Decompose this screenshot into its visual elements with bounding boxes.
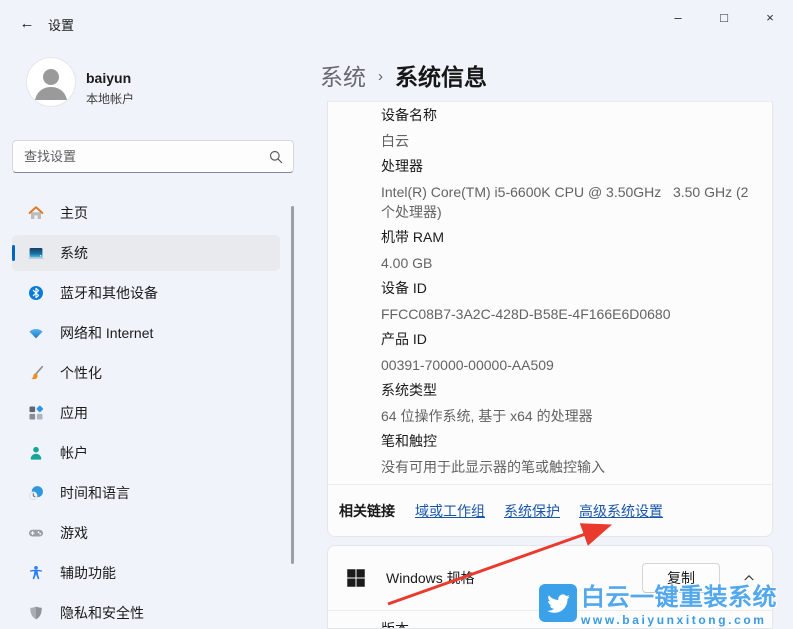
sidebar-item-network[interactable]: 网络和 Internet [12,315,280,351]
close-button[interactable]: × [747,0,793,34]
divider [328,610,772,611]
search-icon[interactable] [268,149,284,165]
windows-spec-title: Windows 规格 [386,570,475,586]
sidebar-item-accessibility[interactable]: 辅助功能 [12,555,280,591]
device-specs-list: 设备名称 白云 处理器 Intel(R) Core(TM) i5-6600K C… [328,102,772,477]
sidebar-item-label: 系统 [60,245,88,261]
spec-label: 处理器 [381,158,423,174]
accounts-icon [28,445,44,461]
spec-label: 机带 RAM [381,229,444,245]
copy-button[interactable]: 复制 [642,563,720,593]
titlebar: ← 设置 – □ × [0,0,793,48]
search-input[interactable] [13,141,293,172]
apps-icon [28,405,44,421]
selection-accent-pill [12,245,15,261]
sidebar-scrollbar[interactable] [291,206,294,564]
spec-label: 产品 ID [381,331,427,347]
accessibility-icon [28,565,44,581]
search-box [12,140,294,173]
related-links-title: 相关链接 [339,502,395,519]
system-icon [28,245,44,261]
spec-label: 系统类型 [381,382,437,398]
personalization-icon [28,365,44,381]
sidebar-item-privacy[interactable]: 隐私和安全性 [12,595,280,629]
windows-spec-card: Windows 规格 复制 版本 [327,545,773,629]
bluetooth-icon [28,285,44,301]
spec-label: 笔和触控 [381,433,437,449]
sidebar-item-home[interactable]: 主页 [12,195,280,231]
privacy-shield-icon [28,605,44,621]
maximize-button[interactable]: □ [701,0,747,34]
sidebar-item-personalization[interactable]: 个性化 [12,355,280,391]
sidebar-item-label: 网络和 Internet [60,325,154,341]
sidebar-item-gaming[interactable]: 游戏 [12,515,280,551]
person-icon [35,69,67,100]
avatar[interactable] [27,58,75,106]
breadcrumb-parent[interactable]: 系统 [320,58,366,92]
sidebar: 主页 系统 蓝牙和其他设备 网络和 Internet 个性化 应用 帐户 时间和… [12,195,280,629]
gaming-icon [28,525,44,541]
link-advanced-system-settings[interactable]: 高级系统设置 [579,501,663,521]
app-title: 设置 [48,18,75,33]
sidebar-item-apps[interactable]: 应用 [12,395,280,431]
sidebar-item-label: 个性化 [60,365,102,381]
windows-logo-icon [347,569,365,587]
spec-value: 00391-70000-00000-AA509 [381,357,554,373]
sidebar-item-label: 时间和语言 [60,485,130,501]
spec-value: Intel(R) Core(TM) i5-6600K CPU @ 3.50GHz… [381,184,749,220]
link-domain-workgroup[interactable]: 域或工作组 [415,501,485,521]
profile-account-type: 本地帐户 [86,92,135,106]
sidebar-item-label: 辅助功能 [60,565,116,581]
sidebar-item-bluetooth[interactable]: 蓝牙和其他设备 [12,275,280,311]
spec-value: 白云 [381,133,409,149]
link-system-protection[interactable]: 系统保护 [504,501,560,521]
sidebar-item-label: 主页 [60,205,88,221]
device-specs-card: 设备名称 白云 处理器 Intel(R) Core(TM) i5-6600K C… [327,101,773,537]
time-language-icon [28,485,44,501]
sidebar-item-accounts[interactable]: 帐户 [12,435,280,471]
spec-value: 4.00 GB [381,255,433,271]
sidebar-item-label: 帐户 [60,445,88,461]
sidebar-item-label: 隐私和安全性 [60,605,144,621]
breadcrumb: 系统 › 系统信息 [320,58,487,92]
page-title: 系统信息 [395,64,487,90]
windows-spec-header[interactable]: Windows 规格 复制 [328,546,772,610]
related-links-row: 相关链接 域或工作组 系统保护 高级系统设置 [328,484,772,536]
spec-label: 设备 ID [381,280,427,296]
sidebar-item-label: 蓝牙和其他设备 [60,285,158,301]
sidebar-item-label: 应用 [60,405,88,421]
sidebar-item-time-language[interactable]: 时间和语言 [12,475,280,511]
version-row-label: 版本 [381,621,409,629]
sidebar-item-system[interactable]: 系统 [12,235,280,271]
chevron-up-icon[interactable] [742,571,756,585]
spec-value: 64 位操作系统, 基于 x64 的处理器 [381,408,593,424]
spec-value: 没有可用于此显示器的笔或触控输入 [381,459,605,475]
back-button[interactable]: ← [12,10,42,36]
home-icon [28,205,44,221]
network-wifi-icon [28,325,44,341]
breadcrumb-separator-icon: › [378,67,383,85]
minimize-button[interactable]: – [655,0,701,34]
spec-value: FFCC08B7-3A2C-428D-B58E-4F166E6D0680 [381,306,671,322]
window-controls: – □ × [655,0,793,34]
profile-name: baiyun [86,70,132,86]
settings-window: ← 设置 – □ × baiyun 本地帐户 主页 [0,0,793,629]
spec-label: 设备名称 [381,107,437,123]
sidebar-item-label: 游戏 [60,525,88,541]
